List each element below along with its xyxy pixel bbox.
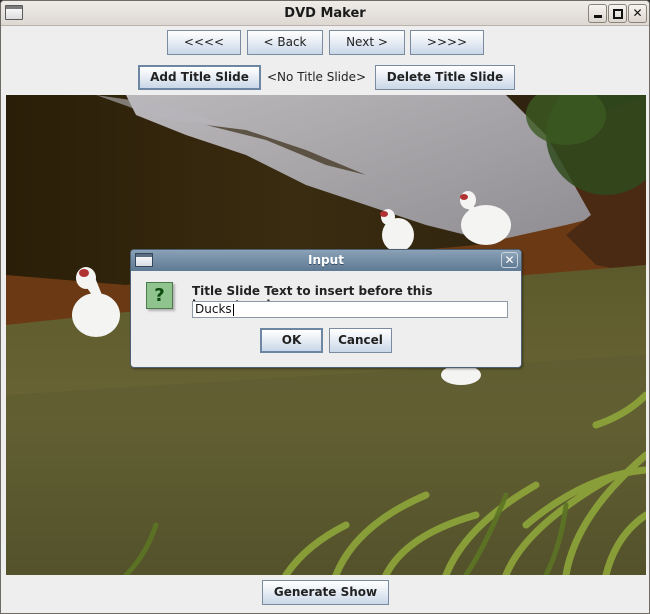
text-caret	[232, 303, 234, 316]
input-dialog: Input ✕ ? Title Slide Text to insert bef…	[130, 249, 522, 368]
window-titlebar[interactable]: DVD Maker ✕	[1, 1, 649, 26]
dvd-maker-window: DVD Maker ✕ <<<< < Back Next > >>>> Add …	[0, 0, 650, 614]
minimize-button[interactable]	[588, 4, 607, 23]
last-button[interactable]: >>>>	[410, 30, 484, 55]
maximize-button[interactable]	[608, 4, 627, 23]
maximize-icon	[612, 9, 623, 19]
delete-title-slide-button[interactable]: Delete Title Slide	[375, 65, 515, 90]
window-title: DVD Maker	[284, 6, 366, 21]
cancel-button[interactable]: Cancel	[329, 328, 392, 353]
title-slide-text-input[interactable]: Ducks	[192, 301, 508, 318]
first-button[interactable]: <<<<	[167, 30, 241, 55]
close-icon: ✕	[504, 253, 515, 267]
close-icon: ✕	[632, 6, 643, 20]
generate-show-button[interactable]: Generate Show	[262, 580, 389, 605]
minimize-icon	[593, 15, 602, 18]
dialog-close-button[interactable]: ✕	[501, 252, 518, 268]
dialog-title: Input	[308, 253, 344, 267]
add-title-slide-button[interactable]: Add Title Slide	[138, 65, 261, 90]
current-title-slide-label: <No Title Slide>	[267, 70, 367, 84]
input-value: Ducks	[195, 302, 232, 316]
question-icon: ?	[146, 282, 173, 309]
dialog-titlebar[interactable]: Input ✕	[131, 250, 521, 271]
ok-button[interactable]: OK	[260, 328, 323, 353]
next-button[interactable]: Next >	[329, 30, 405, 55]
back-button[interactable]: < Back	[247, 30, 323, 55]
close-button[interactable]: ✕	[628, 4, 647, 23]
